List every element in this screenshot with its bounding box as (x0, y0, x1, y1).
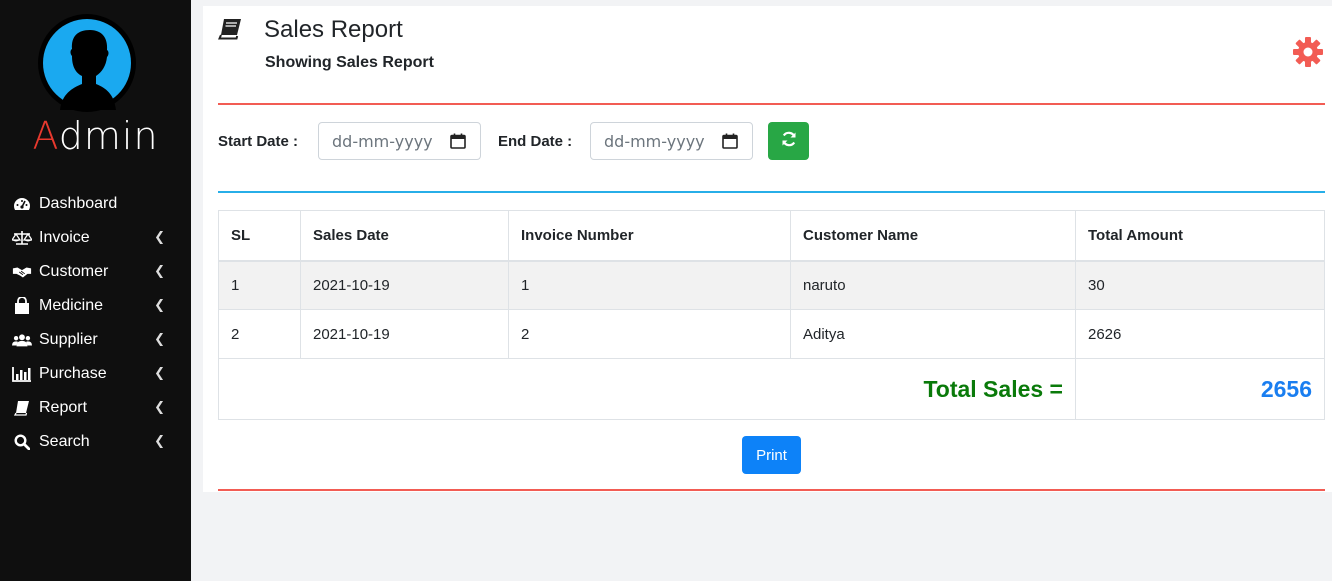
chevron-left-icon: ❮ (154, 331, 165, 346)
admin-avatar (38, 14, 136, 112)
print-button[interactable]: Print (742, 436, 801, 474)
cell-invoice-number: 1 (508, 260, 791, 310)
cell-sl: 2 (218, 309, 301, 359)
sidebar-item-label: Invoice (39, 229, 90, 246)
start-date-placeholder: dd-mm-yyyy (332, 131, 433, 151)
sales-table: SL Sales Date Invoice Number Customer Na… (218, 210, 1325, 420)
chevron-left-icon: ❮ (154, 365, 165, 380)
sidebar-item-invoice[interactable]: Invoice ❮ (0, 221, 191, 255)
divider-top (218, 103, 1325, 105)
search-icon (12, 433, 32, 451)
divider-bottom (218, 489, 1325, 491)
total-sales-label: Total Sales = (218, 358, 1076, 420)
sidebar-nav: Dashboard Invoice ❮ Customer ❮ Medicine … (0, 187, 191, 459)
sidebar-item-label: Supplier (39, 331, 98, 348)
book-icon (12, 399, 32, 417)
sidebar-item-dashboard[interactable]: Dashboard (0, 187, 191, 221)
chevron-left-icon: ❮ (154, 229, 165, 244)
calendar-icon[interactable] (450, 133, 466, 153)
sidebar-item-label: Customer (39, 263, 109, 280)
refresh-button[interactable] (768, 122, 809, 160)
chevron-left-icon: ❮ (154, 297, 165, 312)
bar-chart-icon (12, 365, 32, 383)
column-header-sales-date[interactable]: Sales Date (300, 210, 509, 262)
divider-filters (218, 191, 1325, 193)
brand-initial: A (32, 114, 59, 158)
gear-icon[interactable] (1292, 36, 1324, 73)
calendar-icon[interactable] (722, 133, 738, 153)
column-header-invoice-number[interactable]: Invoice Number (508, 210, 791, 262)
cell-sales-date: 2021-10-19 (300, 260, 509, 310)
sidebar-item-label: Dashboard (39, 195, 118, 212)
sidebar-item-label: Medicine (39, 297, 104, 314)
shopping-bag-icon (12, 297, 32, 315)
sidebar: Admin Dashboard Invoice ❮ Customer ❮ Med… (0, 0, 191, 581)
sidebar-item-supplier[interactable]: Supplier ❮ (0, 323, 191, 357)
table-total-row: Total Sales = 2656 (218, 358, 1325, 420)
start-date-input[interactable]: dd-mm-yyyy (318, 122, 481, 160)
cell-total-amount: 30 (1075, 260, 1325, 310)
table-header-row: SL Sales Date Invoice Number Customer Na… (218, 210, 1325, 262)
sidebar-item-report[interactable]: Report ❮ (0, 391, 191, 425)
refresh-icon (781, 131, 797, 152)
sidebar-item-search[interactable]: Search ❮ (0, 425, 191, 459)
start-date-label: Start Date : (218, 133, 299, 150)
cell-sales-date: 2021-10-19 (300, 309, 509, 359)
chevron-left-icon: ❮ (154, 433, 165, 448)
end-date-label: End Date : (498, 133, 573, 150)
cell-sl: 1 (218, 260, 301, 310)
chevron-left-icon: ❮ (154, 263, 165, 278)
sidebar-item-medicine[interactable]: Medicine ❮ (0, 289, 191, 323)
brand-logo: Admin (0, 114, 191, 158)
cell-customer-name: Aditya (790, 309, 1076, 359)
cell-invoice-number: 2 (508, 309, 791, 359)
table-row: 2 2021-10-19 2 Aditya 2626 (218, 309, 1325, 359)
total-sales-value: 2656 (1075, 358, 1325, 420)
column-header-total-amount[interactable]: Total Amount (1075, 210, 1325, 262)
sidebar-item-label: Search (39, 433, 90, 450)
sales-report-card: Sales Report Showing Sales Report Start … (203, 6, 1332, 492)
balance-scale-icon (12, 229, 32, 247)
book-icon (217, 18, 242, 45)
page-subtitle: Showing Sales Report (265, 54, 434, 71)
sidebar-item-purchase[interactable]: Purchase ❮ (0, 357, 191, 391)
cell-customer-name: naruto (790, 260, 1076, 310)
end-date-input[interactable]: dd-mm-yyyy (590, 122, 753, 160)
cell-total-amount: 2626 (1075, 309, 1325, 359)
sidebar-item-customer[interactable]: Customer ❮ (0, 255, 191, 289)
brand-rest: dmin (58, 114, 159, 158)
chevron-left-icon: ❮ (154, 399, 165, 414)
column-header-customer-name[interactable]: Customer Name (790, 210, 1076, 262)
sidebar-item-label: Report (39, 399, 88, 416)
handshake-icon (12, 263, 32, 281)
table-row: 1 2021-10-19 1 naruto 30 (218, 260, 1325, 310)
end-date-placeholder: dd-mm-yyyy (604, 131, 705, 151)
users-icon (12, 331, 32, 349)
page-title: Sales Report (264, 16, 403, 43)
tachometer-icon (12, 195, 32, 213)
column-header-sl[interactable]: SL (218, 210, 301, 262)
sidebar-item-label: Purchase (39, 365, 107, 382)
